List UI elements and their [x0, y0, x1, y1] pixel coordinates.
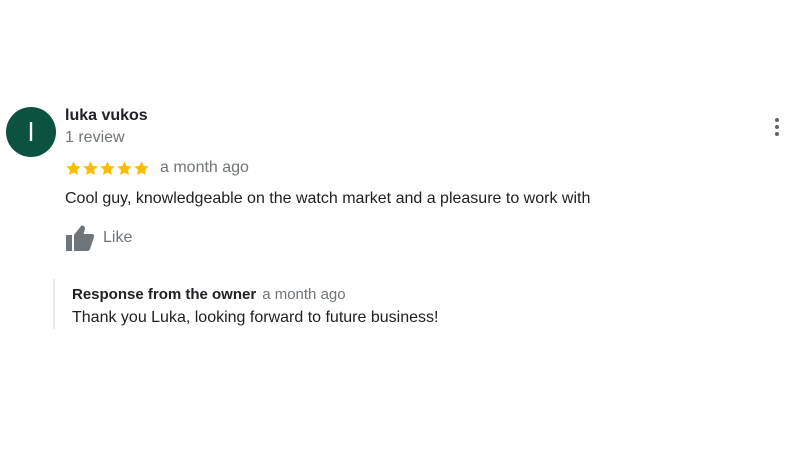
- star-icon: [66, 160, 81, 175]
- more-vert-icon-dot: [775, 132, 779, 136]
- owner-response: Response from the owner a month ago Than…: [53, 279, 655, 329]
- review-date: a month ago: [160, 159, 249, 176]
- star-rating: [65, 160, 150, 177]
- owner-response-date: a month ago: [262, 286, 346, 303]
- more-vert-icon: [775, 118, 779, 122]
- owner-response-header: Response from the owner a month ago: [72, 286, 346, 303]
- review-text: Cool guy, knowledgeable on the watch mar…: [65, 190, 591, 207]
- more-options-button[interactable]: [766, 114, 788, 140]
- owner-response-title: Response from the owner: [72, 286, 257, 303]
- owner-response-text: Thank you Luka, looking forward to futur…: [72, 309, 439, 326]
- star-icon: [134, 160, 149, 175]
- author-avatar[interactable]: l: [6, 107, 56, 157]
- avatar-initial: l: [28, 116, 34, 147]
- like-label: Like: [103, 229, 133, 246]
- star-icon: [83, 160, 98, 175]
- author-review-count: 1 review: [65, 129, 125, 146]
- thumbs-up-icon: [66, 225, 95, 251]
- star-icon: [117, 160, 132, 175]
- author-name[interactable]: luka vukos: [65, 107, 148, 125]
- rating-row: a month ago: [65, 157, 249, 179]
- like-button[interactable]: Like: [65, 224, 132, 252]
- star-icon: [100, 160, 115, 175]
- more-vert-icon-dot: [775, 125, 779, 129]
- review-card: l luka vukos 1 review a month ago Cool g…: [0, 0, 811, 456]
